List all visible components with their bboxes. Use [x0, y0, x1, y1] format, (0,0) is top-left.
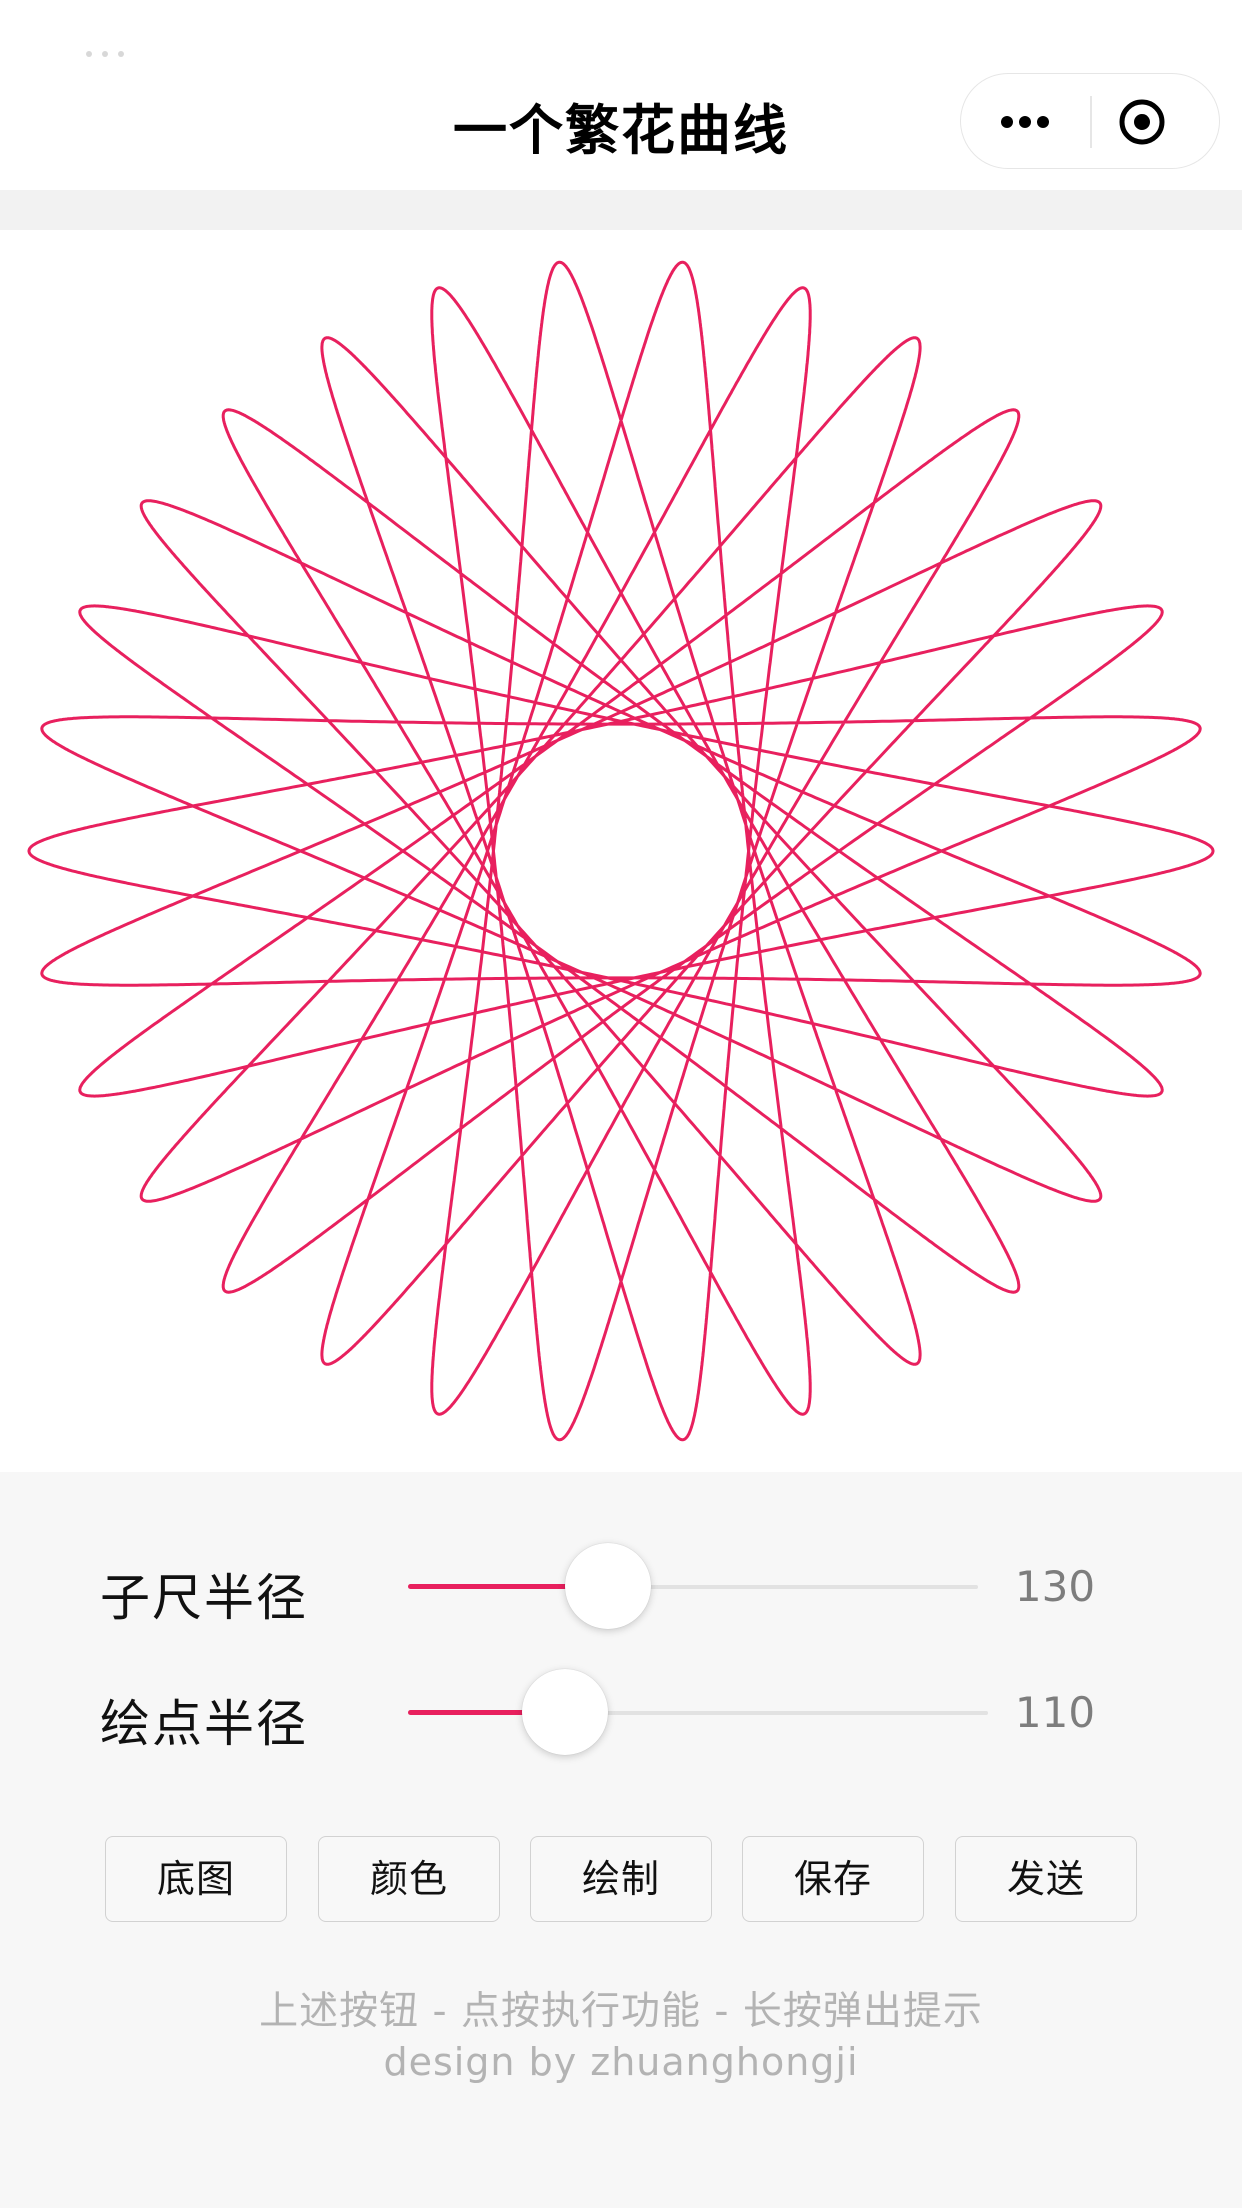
send-button[interactable]: 发送 [955, 1836, 1137, 1922]
slider-thumb[interactable] [521, 1669, 608, 1755]
slider-value: 110 [1014, 1688, 1096, 1737]
status-bar [0, 0, 1242, 60]
target-circle-icon[interactable] [1092, 74, 1220, 170]
footer-tip: 上述按钮 - 点按执行功能 - 长按弹出提示 [259, 1989, 983, 2034]
action-button-group: 底图 颜色 绘制 保存 发送 [0, 1836, 1242, 1926]
spirograph-svg [27, 260, 1215, 1442]
slider-thumb[interactable] [564, 1543, 651, 1629]
drawing-canvas[interactable] [0, 230, 1242, 1472]
more-dots-icon[interactable] [961, 74, 1090, 170]
mini-program-capsule [960, 73, 1220, 169]
draw-button[interactable]: 绘制 [530, 1836, 712, 1922]
navigation-bar: 一个繁花曲线 [0, 60, 1242, 190]
slider-label: 子尺半径 [100, 1569, 308, 1627]
slider-row-sub-ruler-radius: 子尺半径 130 [0, 1536, 1242, 1636]
signal-dots-icon [86, 42, 172, 57]
base-image-button[interactable]: 底图 [105, 1836, 287, 1922]
canvas-top-gap [0, 190, 1242, 230]
save-button[interactable]: 保存 [742, 1836, 924, 1922]
spirograph-curve [27, 260, 1215, 1442]
color-button[interactable]: 颜色 [318, 1836, 500, 1922]
footer-credit: design by zhuanghongji [383, 2040, 859, 2084]
slider-row-pen-point-radius: 绘点半径 110 [0, 1662, 1242, 1762]
slider-value: 130 [1014, 1562, 1096, 1611]
slider-label: 绘点半径 [100, 1695, 308, 1753]
